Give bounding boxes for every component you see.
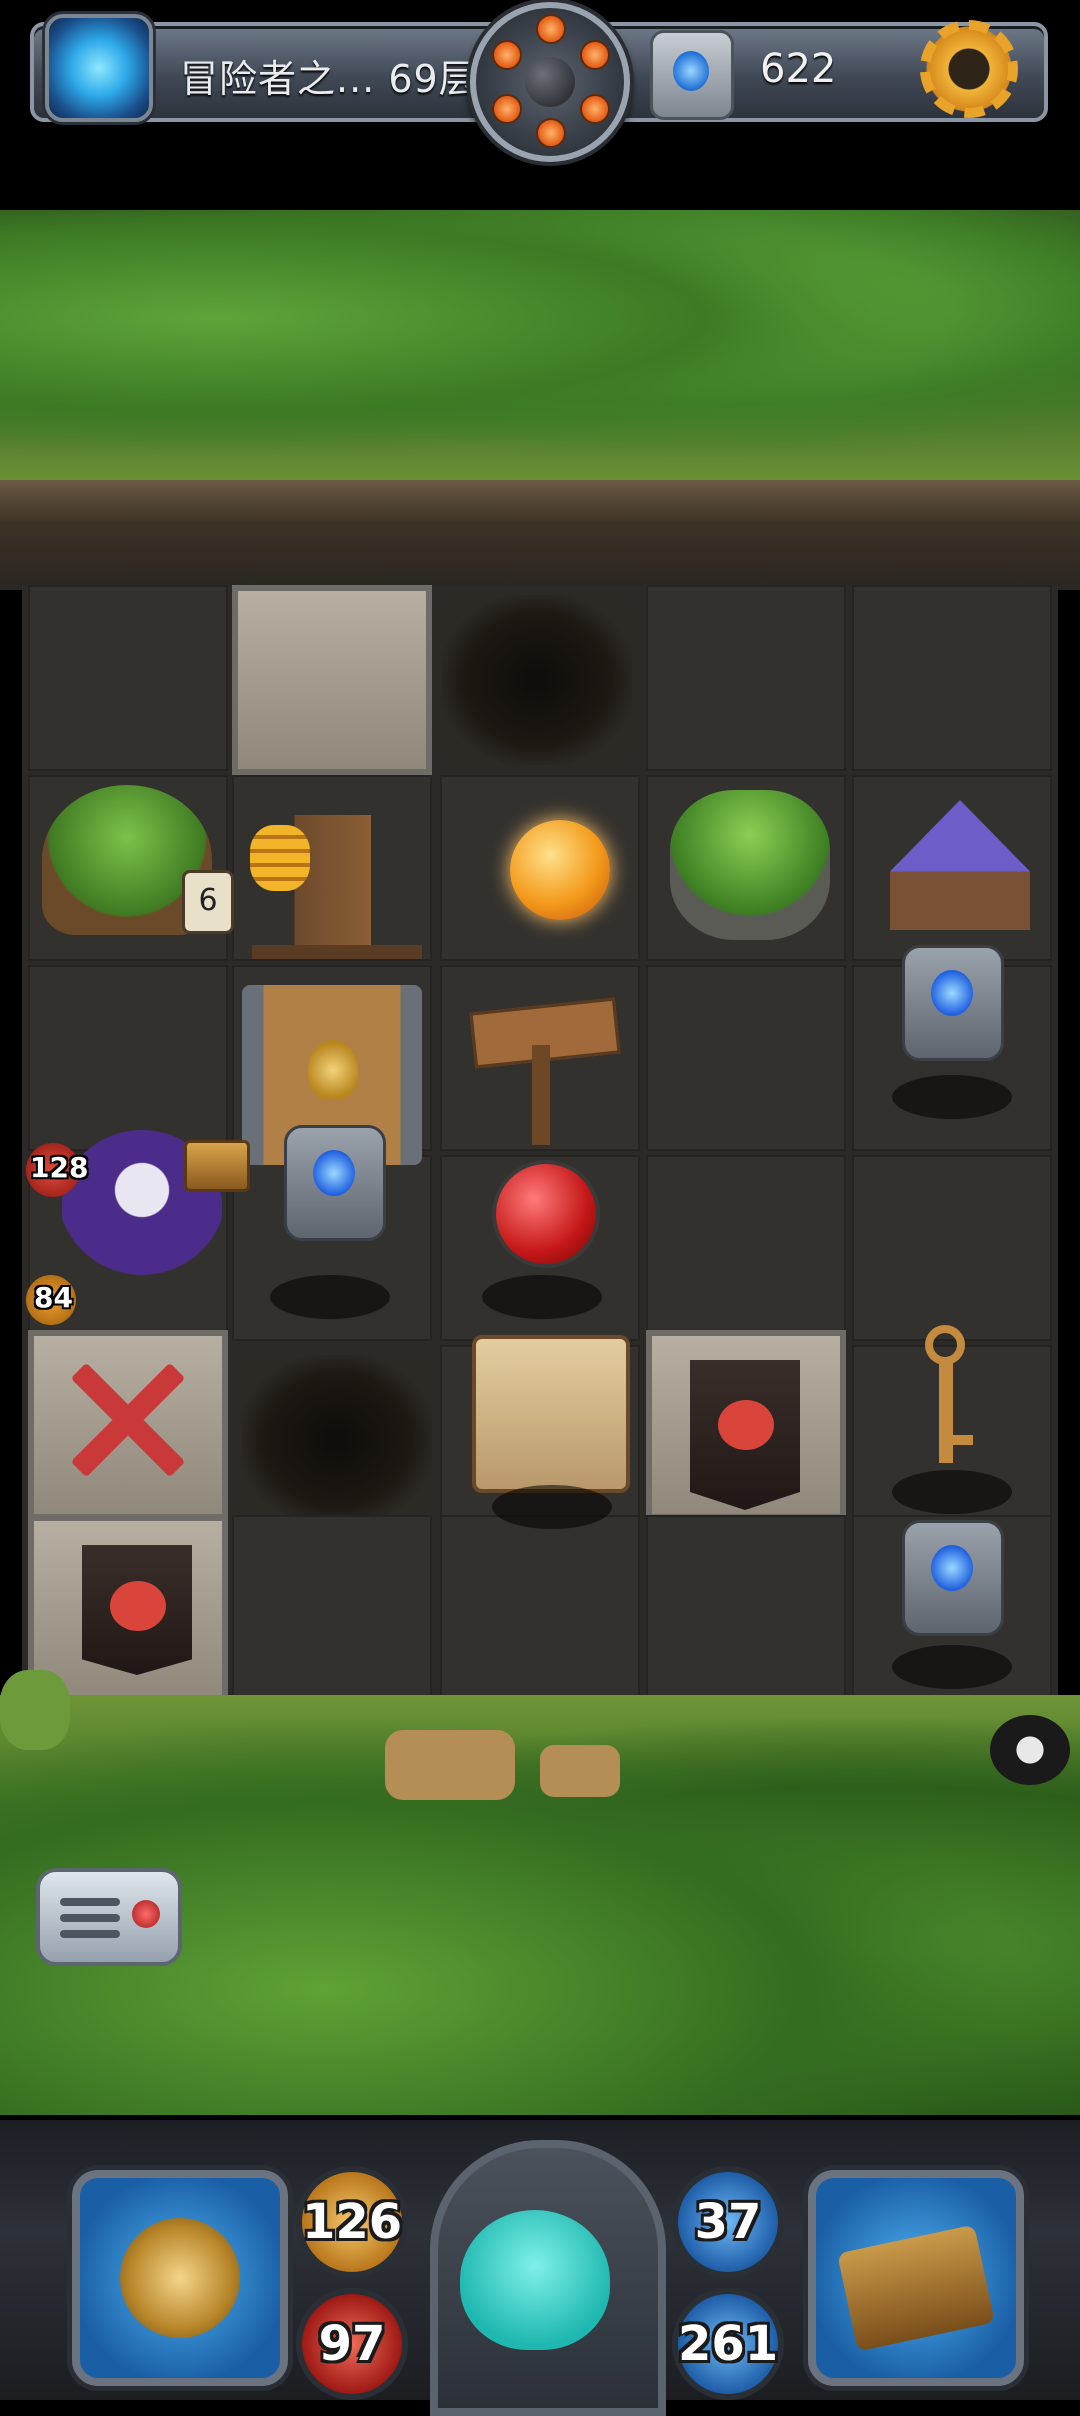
- stone-block[interactable]: [232, 585, 432, 775]
- boar-bush-icon[interactable]: [670, 790, 830, 940]
- enemy-hp-value: 84: [34, 1281, 73, 1314]
- tile[interactable]: [232, 1515, 432, 1701]
- tile[interactable]: [646, 585, 846, 771]
- tile[interactable]: [440, 1515, 640, 1701]
- treasure-chest-icon[interactable]: [184, 1140, 250, 1192]
- hero-avatar-icon[interactable]: [460, 2210, 610, 2350]
- waypoint-stone-icon[interactable]: [284, 1125, 386, 1241]
- star-orb-icon[interactable]: [510, 820, 610, 920]
- hero-hp-orb: 97: [296, 2288, 408, 2400]
- hero-attack-orb: 126: [296, 2166, 408, 2278]
- tile[interactable]: [28, 965, 228, 1151]
- spellbook-icon[interactable]: [808, 2170, 1024, 2386]
- waypoint-stone-icon[interactable]: [902, 1520, 1004, 1636]
- hero-mana-orb: 261: [672, 2288, 784, 2400]
- menu-icon[interactable]: [36, 1868, 182, 1966]
- treehouse-counter: 6: [182, 870, 234, 934]
- scroll-icon[interactable]: [472, 1335, 630, 1493]
- tile[interactable]: [852, 585, 1052, 771]
- top-wall: [0, 480, 1080, 590]
- gem-icon: [650, 30, 734, 120]
- enemy-attack-value: 128: [30, 1151, 89, 1184]
- tile[interactable]: [852, 1155, 1052, 1341]
- tile[interactable]: [646, 965, 846, 1151]
- gear-icon[interactable]: [914, 14, 1024, 124]
- rock-decoration: [385, 1730, 515, 1800]
- floor-pit[interactable]: [242, 1355, 432, 1525]
- bomb-icon[interactable]: [470, 2, 630, 162]
- top-foliage: [0, 210, 1080, 480]
- boar-banner-icon[interactable]: [82, 1545, 192, 1675]
- portal-icon[interactable]: [45, 14, 153, 122]
- floor-title: 冒险者之... 69层: [180, 57, 478, 101]
- equipment-icon[interactable]: [72, 2170, 288, 2386]
- lizard-icon[interactable]: [0, 1670, 70, 1750]
- dungeon-board: 6 128 84: [22, 585, 1058, 1705]
- floor-pit[interactable]: [442, 595, 632, 765]
- gem-count: 622: [760, 46, 837, 92]
- boar-banner-icon[interactable]: [690, 1360, 800, 1510]
- rock-decoration: [540, 1745, 620, 1797]
- spider-icon[interactable]: [990, 1715, 1070, 1785]
- key-icon[interactable]: [917, 1325, 977, 1475]
- tile[interactable]: [28, 585, 228, 771]
- hero-defense-orb: 37: [672, 2166, 784, 2278]
- beehive-icon[interactable]: [250, 825, 310, 891]
- tile[interactable]: [646, 1155, 846, 1341]
- tile[interactable]: [646, 1515, 846, 1701]
- waypoint-stone-icon[interactable]: [902, 945, 1004, 1061]
- close-icon[interactable]: [62, 1355, 192, 1485]
- health-potion-icon[interactable]: [492, 1160, 600, 1268]
